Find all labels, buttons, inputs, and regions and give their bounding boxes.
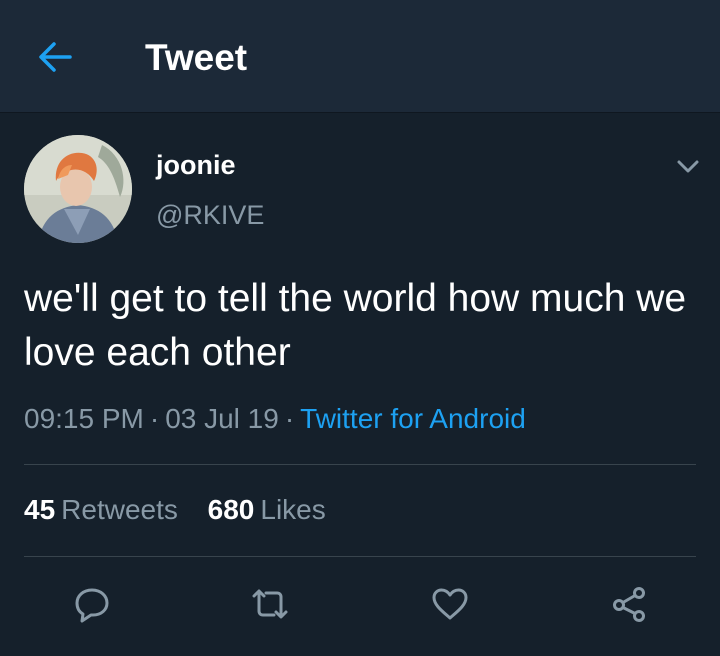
chevron-down-icon[interactable] xyxy=(674,152,702,180)
arrow-left-icon[interactable] xyxy=(34,36,76,78)
likes-count: 680 xyxy=(207,494,255,525)
tweet-text: we'll get to tell the world how much we … xyxy=(24,277,687,374)
likes-stat[interactable]: 680 Likes xyxy=(208,492,326,528)
likes-label: Likes xyxy=(260,494,326,525)
avatar[interactable] xyxy=(24,135,132,243)
page-title: Tweet xyxy=(145,37,248,78)
divider xyxy=(24,464,696,465)
tweet-time: 09:15 PM xyxy=(24,403,144,434)
divider xyxy=(24,556,696,557)
retweet-icon[interactable] xyxy=(250,584,290,624)
author-display-name[interactable]: joonie xyxy=(156,148,236,182)
top-app-bar: Tweet xyxy=(0,0,720,113)
meta-separator: · xyxy=(149,403,160,434)
tweet-detail-screen: Tweet joonie @RKIVE we'll get to tell th… xyxy=(0,0,720,656)
retweets-count: 45 xyxy=(24,494,56,525)
tweet-stats: 45 Retweets 680 Likes xyxy=(24,492,348,528)
tweet-date: 03 Jul 19 xyxy=(165,403,279,434)
like-icon[interactable] xyxy=(430,584,470,624)
tweet-source-link[interactable]: Twitter for Android xyxy=(300,403,526,434)
retweets-stat[interactable]: 45 Retweets xyxy=(24,492,178,528)
author-handle[interactable]: @RKIVE xyxy=(156,198,264,232)
meta-separator: · xyxy=(284,403,295,434)
tweet-meta: 09:15 PM · 03 Jul 19 · Twitter for Android xyxy=(24,401,526,437)
share-icon[interactable] xyxy=(610,584,650,624)
retweets-label: Retweets xyxy=(61,494,178,525)
reply-icon[interactable] xyxy=(72,584,112,624)
